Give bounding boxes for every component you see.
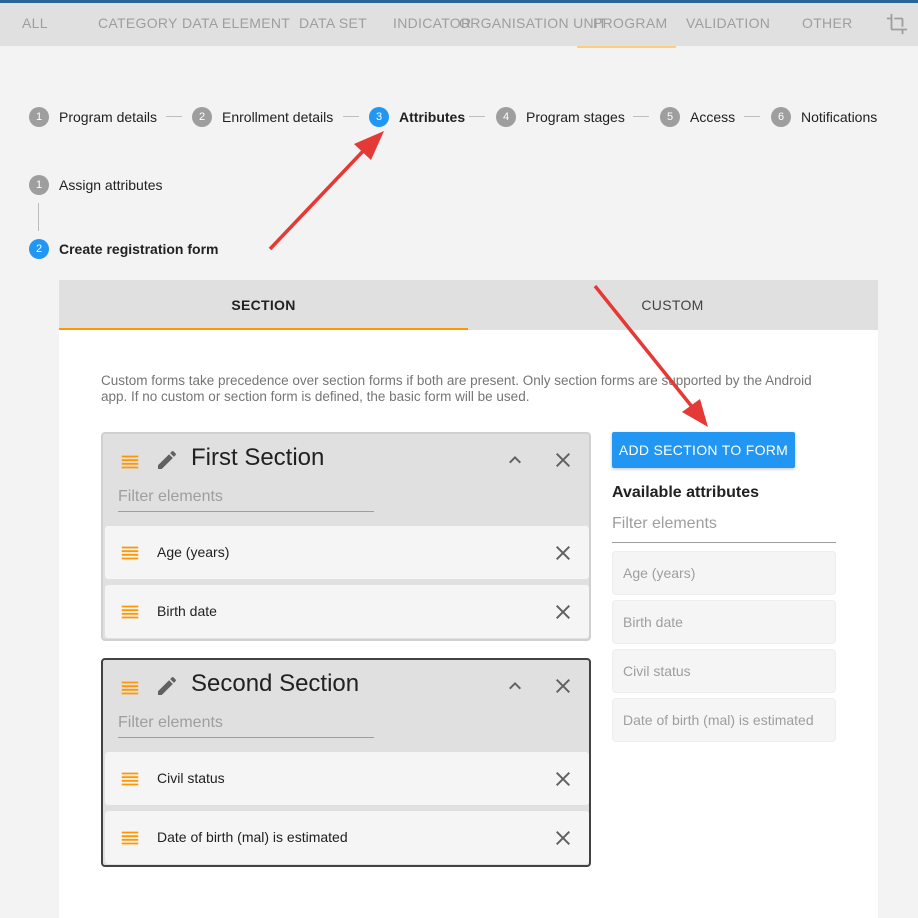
stepper-connector — [343, 116, 359, 117]
step-program-details[interactable]: 1 Program details — [29, 107, 157, 127]
element-label: Civil status — [157, 770, 225, 786]
section-filter-input[interactable]: Filter elements — [118, 484, 374, 512]
substep-connector — [38, 203, 39, 231]
step-number: 2 — [29, 239, 49, 259]
drag-handle-icon[interactable] — [119, 827, 141, 849]
active-tab-underline — [577, 46, 676, 48]
step-number: 5 — [660, 107, 680, 127]
step-number: 2 — [192, 107, 212, 127]
drag-handle-icon[interactable] — [119, 768, 141, 790]
tab-custom[interactable]: CUSTOM — [468, 280, 877, 330]
step-label: Program details — [59, 109, 158, 125]
substep-create-registration-form[interactable]: 2 Create registration form — [29, 239, 218, 259]
available-attribute-item[interactable]: Civil status — [612, 649, 836, 693]
step-label: Create registration form — [59, 241, 219, 257]
top-tab-program[interactable]: PROGRAM — [593, 15, 667, 31]
top-tab-validation[interactable]: VALIDATION — [686, 15, 770, 31]
top-tab-data-set[interactable]: DATA SET — [299, 15, 367, 31]
step-label: Program stages — [526, 109, 625, 125]
top-tab-other[interactable]: OTHER — [802, 15, 853, 31]
section-title: Second Section — [191, 670, 360, 697]
stepper-connector — [633, 116, 649, 117]
stepper-connector — [166, 116, 182, 117]
annotation-arrow-line — [268, 146, 368, 251]
element-label: Age (years) — [157, 544, 230, 560]
step-label: Attributes — [399, 109, 466, 125]
chevron-up-icon[interactable] — [503, 674, 527, 698]
close-icon[interactable] — [551, 600, 575, 624]
crop-icon[interactable] — [886, 13, 908, 35]
available-attribute-item[interactable]: Date of birth (mal) is estimated — [612, 698, 836, 742]
step-label: Enrollment details — [222, 109, 334, 125]
top-tab-all[interactable]: ALL — [22, 15, 48, 31]
section-title: First Section — [191, 444, 325, 471]
drag-handle-icon[interactable] — [119, 451, 141, 473]
step-number: 1 — [29, 175, 49, 195]
drag-handle-icon[interactable] — [119, 601, 141, 623]
step-number: 1 — [29, 107, 49, 127]
substep-assign-attributes[interactable]: 1 Assign attributes — [29, 175, 163, 195]
step-attributes[interactable]: 3 Attributes — [369, 107, 465, 127]
step-access[interactable]: 5 Access — [660, 107, 735, 127]
top-tab-category[interactable]: CATEGORY — [98, 15, 178, 31]
section-card[interactable]: Second Section Filter elements Civil sta… — [101, 658, 591, 867]
step-label: Notifications — [801, 109, 878, 125]
stepper-connector — [744, 116, 760, 117]
top-tab-data-element[interactable]: DATA ELEMENT — [182, 15, 290, 31]
close-icon[interactable] — [551, 767, 575, 791]
step-number: 6 — [771, 107, 791, 127]
step-program-stages[interactable]: 4 Program stages — [496, 107, 625, 127]
section-card[interactable]: First Section Filter elements Age (years… — [101, 432, 591, 641]
info-text: Custom forms take precedence over sectio… — [101, 373, 812, 404]
element-label: Birth date — [157, 603, 217, 619]
edit-pencil-icon[interactable] — [155, 674, 179, 698]
top-tab-organisation-unit[interactable]: ORGANISATION UNIT — [459, 15, 607, 31]
top-tab-bar: ALL CATEGORY DATA ELEMENT DATA SET INDIC… — [0, 0, 918, 48]
section-element[interactable]: Birth date — [105, 585, 589, 638]
available-attributes-title: Available attributes — [612, 484, 760, 501]
section-element[interactable]: Civil status — [105, 752, 589, 805]
close-icon[interactable] — [551, 674, 575, 698]
stepper-connector — [469, 116, 485, 117]
drag-handle-icon[interactable] — [119, 677, 141, 699]
close-icon[interactable] — [551, 448, 575, 472]
step-label: Assign attributes — [59, 177, 163, 193]
available-attribute-item[interactable]: Age (years) — [612, 551, 836, 595]
close-icon[interactable] — [551, 541, 575, 565]
form-type-tabs: SECTION CUSTOM — [59, 280, 878, 330]
edit-pencil-icon[interactable] — [155, 448, 179, 472]
available-filter-input[interactable]: Filter elements — [612, 515, 836, 543]
tab-section[interactable]: SECTION — [59, 280, 468, 330]
step-label: Access — [690, 109, 736, 125]
available-attribute-item[interactable]: Birth date — [612, 600, 836, 644]
section-element[interactable]: Age (years) — [105, 526, 589, 579]
step-number: 4 — [496, 107, 516, 127]
element-label: Date of birth (mal) is estimated — [157, 829, 348, 845]
annotation-arrow-head — [354, 131, 384, 160]
section-element[interactable]: Date of birth (mal) is estimated — [105, 811, 589, 864]
step-notifications[interactable]: 6 Notifications — [771, 107, 877, 127]
registration-form-card: SECTION CUSTOM Custom forms take precede… — [59, 280, 878, 918]
section-filter-input[interactable]: Filter elements — [118, 710, 374, 738]
add-section-to-form-button[interactable]: ADD SECTION TO FORM — [612, 432, 795, 468]
step-enrollment-details[interactable]: 2 Enrollment details — [192, 107, 333, 127]
close-icon[interactable] — [551, 826, 575, 850]
tab-indicator — [59, 328, 468, 330]
step-number: 3 — [369, 107, 389, 127]
chevron-up-icon[interactable] — [503, 448, 527, 472]
drag-handle-icon[interactable] — [119, 542, 141, 564]
